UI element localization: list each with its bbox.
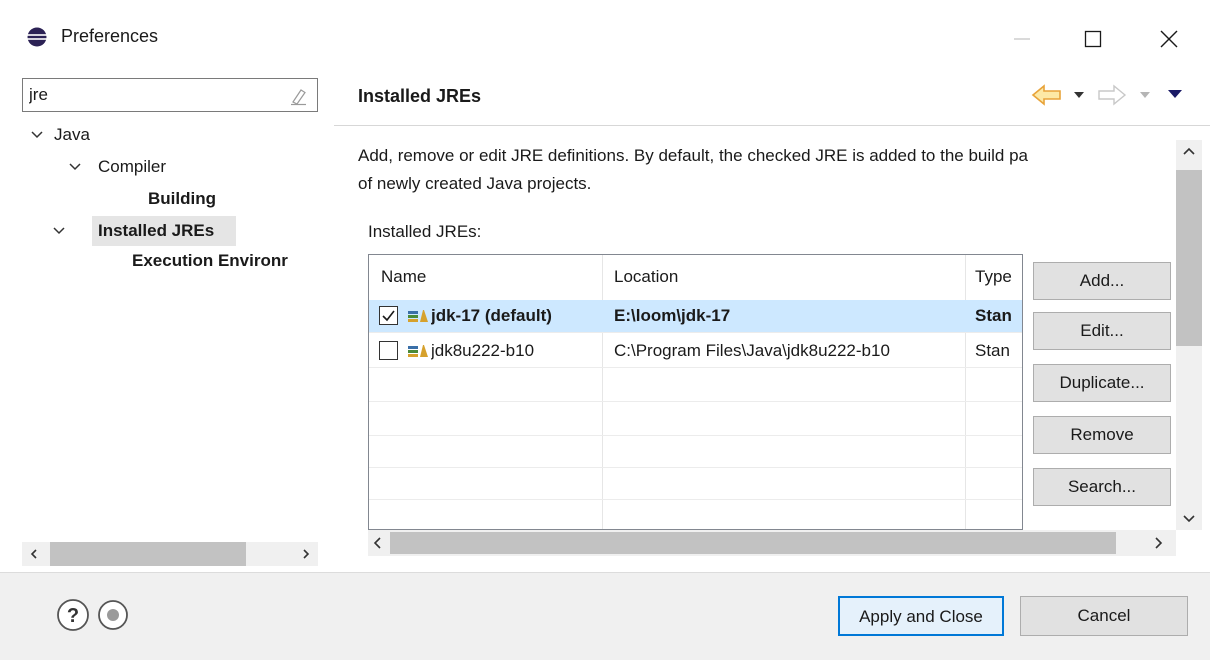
forward-arrow-icon[interactable] [1096, 80, 1128, 110]
row-divider [369, 499, 1022, 500]
jre-name: jdk8u222-b10 [431, 341, 535, 360]
chevron-right-icon[interactable] [1150, 532, 1166, 554]
chevron-left-icon[interactable] [28, 548, 40, 560]
row-divider [369, 435, 1022, 436]
tree-item-installed-jres[interactable]: Installed JREs [30, 216, 330, 246]
clear-filter-icon[interactable] [287, 85, 309, 107]
svg-text:?: ? [67, 605, 79, 627]
jre-table: Name Location Type jdk-17 (default) E:\l… [368, 254, 1023, 530]
column-separator [602, 255, 603, 529]
close-button[interactable] [1147, 24, 1191, 54]
window-title: Preferences [61, 26, 159, 46]
forward-history-dropdown-icon[interactable] [1138, 88, 1152, 102]
minimize-icon [1014, 38, 1030, 40]
help-icon[interactable]: ? [56, 598, 90, 632]
jre-checkbox[interactable] [379, 341, 398, 360]
chevron-down-icon[interactable] [68, 160, 82, 174]
table-row[interactable]: jdk-17 (default) E:\loom\jdk-17 Stan [369, 300, 1022, 332]
remove-jre-button[interactable]: Remove [1033, 416, 1171, 454]
chevron-up-icon[interactable] [1181, 144, 1197, 160]
tree-item-execution-environments[interactable]: Execution Environr [132, 246, 318, 276]
row-divider [369, 401, 1022, 402]
cancel-button[interactable]: Cancel [1020, 596, 1188, 636]
column-header-name[interactable]: Name [369, 255, 602, 299]
apply-and-close-button[interactable]: Apply and Close [838, 596, 1004, 636]
chevron-left-icon[interactable] [370, 532, 386, 554]
jre-location: E:\loom\jdk-17 [614, 306, 731, 325]
jre-location: C:\Program Files\Java\jdk8u222-b10 [614, 341, 890, 360]
filter-field[interactable] [22, 78, 318, 112]
table-row[interactable]: jdk8u222-b10 C:\Program Files\Java\jdk8u… [369, 335, 1022, 367]
tree-item-java[interactable]: Java [30, 120, 330, 150]
page-title: Installed JREs [358, 86, 482, 106]
table-scrollbar-thumb[interactable] [390, 532, 1116, 554]
duplicate-jre-button[interactable]: Duplicate... [1033, 364, 1171, 402]
description-line: Add, remove or edit JRE definitions. By … [358, 146, 1028, 165]
jre-checkbox[interactable] [379, 306, 398, 325]
tree-item-label: Java [54, 125, 90, 144]
checkmark-icon [382, 310, 395, 322]
page-description: Add, remove or edit JRE definitions. By … [358, 142, 1162, 198]
chevron-right-icon[interactable] [300, 548, 312, 560]
edit-jre-button[interactable]: Edit... [1033, 312, 1171, 350]
view-menu-icon[interactable] [1166, 86, 1184, 102]
vertical-scrollbar-thumb[interactable] [1176, 170, 1202, 346]
tree-item-label: Compiler [98, 157, 167, 176]
maximize-icon [1084, 30, 1102, 48]
chevron-down-icon[interactable] [1181, 510, 1197, 526]
description-line: of newly created Java projects. [358, 174, 592, 193]
back-arrow-icon[interactable] [1030, 80, 1064, 110]
column-header-location[interactable]: Location [602, 255, 965, 299]
column-separator [965, 255, 966, 529]
search-jre-button[interactable]: Search... [1033, 468, 1171, 506]
tree-item-compiler[interactable]: Compiler [68, 152, 330, 182]
tree-scrollbar-thumb[interactable] [50, 542, 246, 566]
close-icon [1160, 30, 1178, 48]
chevron-down-icon[interactable] [52, 224, 66, 238]
chevron-down-icon[interactable] [30, 128, 44, 142]
jre-name: jdk-17 (default) [431, 306, 552, 325]
column-header-type[interactable]: Type [965, 255, 1022, 299]
maximize-button[interactable] [1071, 24, 1115, 54]
add-jre-button[interactable]: Add... [1033, 262, 1171, 300]
filter-input[interactable] [23, 79, 273, 111]
tree-item-building[interactable]: Building [132, 184, 330, 214]
tree-item-label: Building [148, 189, 216, 208]
jre-type: Stan [975, 306, 1012, 325]
tree-item-label: Execution Environr [132, 251, 288, 270]
jre-library-icon [408, 345, 428, 357]
back-history-dropdown-icon[interactable] [1072, 88, 1086, 102]
row-divider [369, 332, 1022, 333]
row-divider [369, 467, 1022, 468]
eclipse-icon [27, 27, 47, 47]
minimize-button[interactable] [1000, 24, 1044, 54]
jre-type: Stan [975, 341, 1010, 360]
installed-jres-label: Installed JREs: [368, 222, 482, 241]
jre-library-icon [408, 310, 428, 322]
record-macro-icon[interactable] [97, 599, 129, 631]
row-divider [369, 367, 1022, 368]
tree-item-label: Installed JREs [98, 221, 215, 240]
